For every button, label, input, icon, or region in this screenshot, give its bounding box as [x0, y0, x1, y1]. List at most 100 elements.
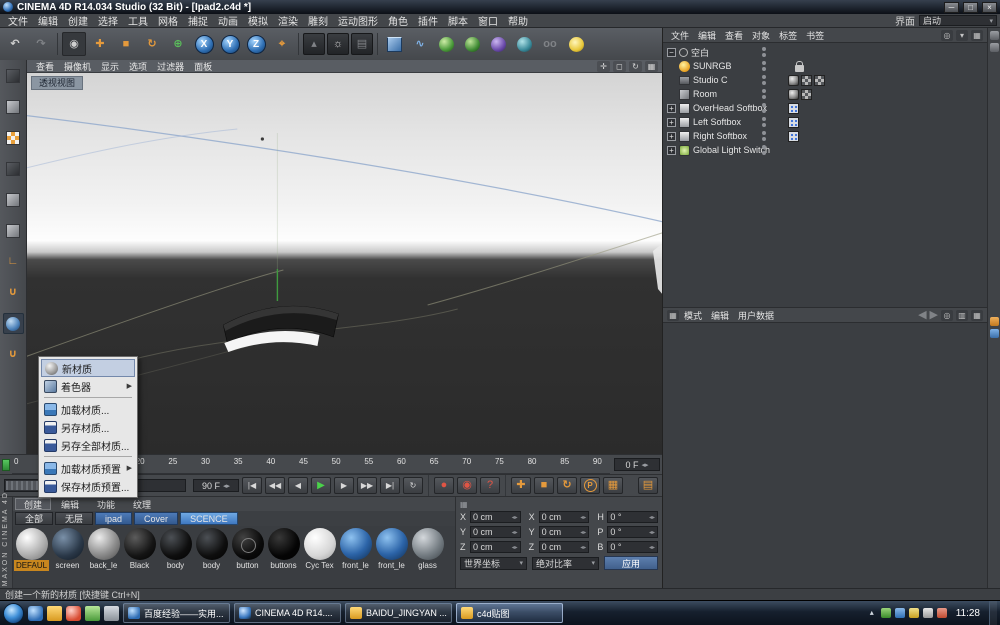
security-tray-icon[interactable]: [881, 608, 891, 618]
network-tray-icon[interactable]: [895, 608, 905, 618]
expand-icon[interactable]: +: [667, 132, 676, 141]
pan-view-icon[interactable]: ✛: [597, 61, 610, 72]
browser-quicklaunch-icon[interactable]: [28, 606, 43, 621]
object-row[interactable]: + Right Softbox: [663, 129, 987, 143]
goto-start-button[interactable]: |◀: [242, 477, 262, 494]
lock-icon[interactable]: [795, 65, 804, 72]
menu-item[interactable]: 工具: [123, 13, 153, 28]
panel-icon[interactable]: ▦: [971, 30, 983, 41]
coordinate-system-button[interactable]: ⌖: [270, 32, 294, 56]
texture-tag-icon[interactable]: [801, 75, 812, 86]
object-row[interactable]: + Left Softbox: [663, 115, 987, 129]
taskbar-button[interactable]: CINEMA 4D R14....: [234, 603, 341, 623]
object-row[interactable]: Studio C: [663, 73, 987, 87]
toggle-view-icon[interactable]: ▦: [645, 61, 658, 72]
spinner-icon[interactable]: ◂▸: [512, 544, 518, 551]
previous-key-button[interactable]: ◀◀: [265, 477, 285, 494]
material-item[interactable]: front_le: [338, 528, 373, 588]
material-tag-icon[interactable]: [788, 75, 799, 86]
object-row[interactable]: Room: [663, 87, 987, 101]
spinner-icon[interactable]: ◂▸: [223, 482, 230, 490]
key-rotation-toggle[interactable]: ↻: [557, 477, 577, 494]
material-item[interactable]: back_le: [86, 528, 121, 588]
pos-x-field[interactable]: 0 cm◂▸: [470, 511, 521, 523]
point-mode-button[interactable]: [3, 158, 24, 179]
live-selection-tool[interactable]: ◉: [62, 32, 86, 56]
end-frame-field[interactable]: 90 F ◂▸: [193, 479, 239, 492]
search-icon[interactable]: ◎: [941, 30, 953, 41]
size-z-field[interactable]: 0 cm◂▸: [539, 541, 590, 553]
material-item[interactable]: glass: [410, 528, 445, 588]
render-view-button[interactable]: ▴: [303, 33, 325, 55]
menu-item[interactable]: 雕刻: [303, 13, 333, 28]
menu-item[interactable]: 窗口: [473, 13, 503, 28]
make-editable-button[interactable]: [3, 65, 24, 86]
undo-button[interactable]: ↶: [3, 32, 27, 56]
material-item[interactable]: body: [194, 528, 229, 588]
context-menu-item[interactable]: 新材质: [41, 359, 135, 377]
current-frame-field[interactable]: 0 F ◂▸: [614, 458, 660, 471]
texture-tags[interactable]: [788, 117, 799, 128]
rot-b-field[interactable]: 0 °◂▸: [607, 541, 658, 553]
compositing-tag-icon[interactable]: [788, 103, 799, 114]
viewport-menu-item[interactable]: 查看: [31, 60, 59, 73]
add-cube-button[interactable]: [382, 32, 406, 56]
visibility-dots[interactable]: [762, 131, 766, 141]
volume-tray-icon[interactable]: [923, 608, 933, 618]
object-row[interactable]: + Global Light Switch: [663, 143, 987, 157]
spinner-icon[interactable]: ◂▸: [512, 529, 518, 536]
keyframe-presets-button[interactable]: ▤: [638, 477, 658, 494]
lock-z-axis-button[interactable]: Z: [244, 32, 268, 56]
compositing-tag-icon[interactable]: [788, 131, 799, 142]
show-desktop-button[interactable]: [989, 601, 997, 625]
object-name[interactable]: Left Softbox: [693, 117, 741, 127]
lock-panel-icon[interactable]: ▥: [956, 310, 968, 321]
object-name[interactable]: Studio C: [693, 75, 728, 85]
viewport-menu-item[interactable]: 摄像机: [59, 60, 96, 73]
material-item[interactable]: buttons: [266, 528, 301, 588]
menu-item[interactable]: 运动图形: [333, 13, 383, 28]
visibility-dots[interactable]: [762, 47, 766, 57]
scale-tool[interactable]: ■: [114, 32, 138, 56]
visibility-dots[interactable]: [762, 145, 766, 155]
viewport-menu-item[interactable]: 显示: [96, 60, 124, 73]
context-menu-item[interactable]: 加载材质预置 ▶: [41, 459, 135, 477]
menu-item[interactable]: 捕捉: [183, 13, 213, 28]
object-menu-item[interactable]: 对象: [748, 29, 774, 42]
key-scale-toggle[interactable]: ■: [534, 477, 554, 494]
size-x-field[interactable]: 0 cm◂▸: [539, 511, 590, 523]
deformer-button[interactable]: [486, 32, 510, 56]
environment-button[interactable]: [512, 32, 536, 56]
layer-filter-button[interactable]: Cover: [134, 512, 178, 525]
material-item[interactable]: Black: [122, 528, 157, 588]
rotate-tool[interactable]: ↻: [140, 32, 164, 56]
size-mode-select[interactable]: 绝对比率▾: [532, 557, 599, 570]
spinner-icon[interactable]: ◂▸: [512, 514, 518, 521]
menu-item[interactable]: 创建: [63, 13, 93, 28]
object-menu-item[interactable]: 书签: [802, 29, 828, 42]
viewport-menu-item[interactable]: 面板: [189, 60, 217, 73]
menu-item[interactable]: 选择: [93, 13, 123, 28]
object-menu-item[interactable]: 标签: [775, 29, 801, 42]
spinner-icon[interactable]: ◂▸: [580, 529, 586, 536]
material-tag-icon[interactable]: [788, 89, 799, 100]
coordinate-system-select[interactable]: 世界坐标▾: [460, 557, 527, 570]
player-quicklaunch-icon[interactable]: [66, 606, 81, 621]
menu-item[interactable]: 文件: [3, 13, 33, 28]
menu-item[interactable]: 脚本: [443, 13, 473, 28]
object-row[interactable]: + OverHead Softbox: [663, 101, 987, 115]
nav-up-icon[interactable]: [990, 31, 999, 40]
context-menu-item[interactable]: 着色器 ▶: [41, 377, 135, 395]
viewport-menu-item[interactable]: 选项: [124, 60, 152, 73]
object-row[interactable]: SUNRGB: [663, 59, 987, 73]
redo-button[interactable]: ↷: [29, 32, 53, 56]
key-state-icon[interactable]: [990, 317, 999, 326]
hidden-icons-arrow[interactable]: ▴: [867, 608, 877, 618]
edge-mode-button[interactable]: [3, 189, 24, 210]
messenger-tray-icon[interactable]: [937, 608, 947, 618]
texture-tags[interactable]: [788, 75, 825, 86]
attribute-menu-item[interactable]: 用户数据: [734, 309, 778, 322]
color-state-icon[interactable]: [990, 329, 999, 338]
grid-icon[interactable]: ▦: [667, 310, 679, 321]
goto-end-button[interactable]: ▶|: [380, 477, 400, 494]
